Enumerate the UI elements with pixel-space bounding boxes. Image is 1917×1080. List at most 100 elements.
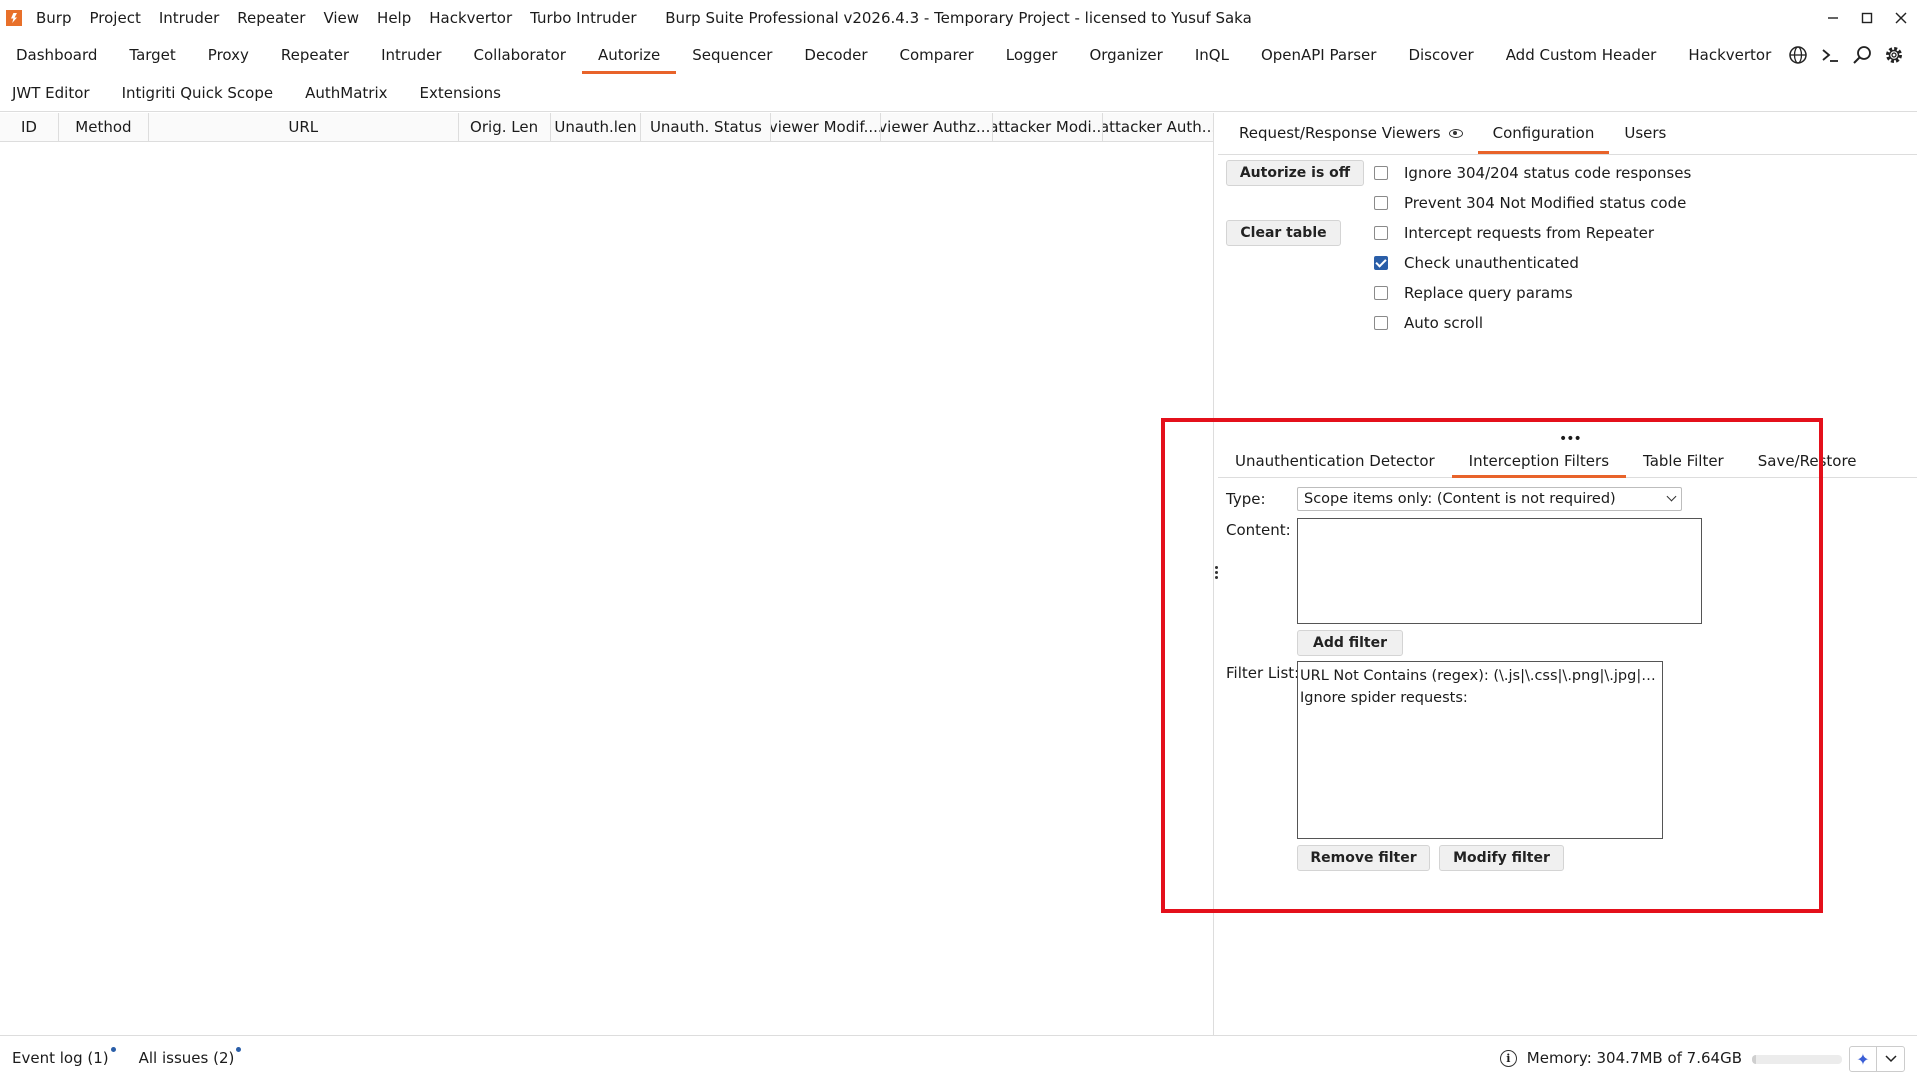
column-header-viewer-modified[interactable]: viewer Modif.... [771,113,882,141]
gear-icon[interactable] [1883,44,1905,66]
option-prevent-304[interactable]: Prevent 304 Not Modified status code [1374,192,1686,214]
tab-authmatrix[interactable]: AuthMatrix [289,74,403,112]
chevron-down-icon[interactable] [1877,1055,1904,1063]
option-ignore-304-204[interactable]: Ignore 304/204 status code responses [1374,162,1691,184]
globe-icon[interactable] [1787,44,1809,66]
tab-discover[interactable]: Discover [1392,36,1489,74]
checkbox[interactable] [1374,196,1388,210]
tab-request-response-viewers-label: Request/Response Viewers [1239,124,1441,142]
checkbox-checked[interactable] [1374,256,1388,270]
list-item[interactable]: URL Not Contains (regex): (\.js|\.css|\.… [1300,665,1660,687]
search-icon[interactable] [1851,44,1873,66]
status-bar: Event log (1) All issues (2) i Memory: 3… [0,1035,1917,1080]
tab-sequencer[interactable]: Sequencer [676,36,788,74]
tab-users[interactable]: Users [1609,112,1681,154]
column-header-attacker-modified[interactable]: attacker Modi... [993,113,1104,141]
tab-table-filter[interactable]: Table Filter [1626,443,1741,478]
event-log-label: Event log (1) [12,1049,109,1067]
modify-filter-button[interactable]: Modify filter [1439,845,1564,871]
column-header-method[interactable]: Method [59,113,149,141]
sparkle-icon: ✦ [1850,1046,1878,1072]
autorize-toggle-button[interactable]: Autorize is off [1226,160,1364,186]
option-replace-query-params[interactable]: Replace query params [1374,282,1573,304]
clear-table-button[interactable]: Clear table [1226,220,1341,246]
tab-proxy[interactable]: Proxy [192,36,265,74]
event-log-link[interactable]: Event log (1) [12,1047,116,1067]
results-table[interactable]: ID Method URL Orig. Len Unauth.len Unaut… [0,113,1214,1035]
tool-icons [1787,44,1905,66]
column-header-url[interactable]: URL [149,113,459,141]
filter-list[interactable]: URL Not Contains (regex): (\.js|\.css|\.… [1297,661,1663,839]
checkbox[interactable] [1374,286,1388,300]
tab-decoder[interactable]: Decoder [788,36,883,74]
content-label: Content: [1226,521,1291,539]
menu-turbo-intruder[interactable]: Turbo Intruder [530,9,636,27]
checkbox[interactable] [1374,166,1388,180]
tab-configuration[interactable]: Configuration [1477,112,1610,154]
checkbox-label: Check unauthenticated [1404,254,1579,272]
minimize-icon[interactable] [1821,6,1845,30]
column-header-unauth-len[interactable]: Unauth.len [551,113,642,141]
tab-unauthentication-detector[interactable]: Unauthentication Detector [1218,443,1452,478]
checkbox[interactable] [1374,226,1388,240]
menu-repeater[interactable]: Repeater [237,9,305,27]
option-auto-scroll[interactable]: Auto scroll [1374,312,1483,334]
tab-inql[interactable]: InQL [1179,36,1245,74]
add-filter-button[interactable]: Add filter [1297,630,1403,656]
tab-interception-filters[interactable]: Interception Filters [1451,443,1627,478]
tab-target[interactable]: Target [113,36,191,74]
column-header-attacker-authz[interactable]: attacker Auth... [1103,113,1213,141]
tab-jwt-editor[interactable]: JWT Editor [0,74,106,112]
column-header-unauth-status[interactable]: Unauth. Status [641,113,772,141]
tab-repeater[interactable]: Repeater [265,36,365,74]
ai-assistant-button[interactable]: ✦ [1849,1046,1905,1072]
close-icon[interactable] [1889,6,1913,30]
filter-list-label: Filter List: [1226,664,1300,682]
column-header-orig-len[interactable]: Orig. Len [459,113,551,141]
tab-intigriti-quick-scope[interactable]: Intigriti Quick Scope [106,74,290,112]
tab-comparer[interactable]: Comparer [884,36,990,74]
all-issues-label: All issues (2) [138,1049,235,1067]
filter-sub-tabs: Unauthentication Detector Interception F… [1218,443,1917,478]
memory-indicator: i Memory: 304.7MB of 7.64GB [1499,1049,1742,1067]
column-header-id[interactable]: ID [0,113,59,141]
checkbox-label: Ignore 304/204 status code responses [1404,164,1692,182]
option-intercept-repeater[interactable]: Intercept requests from Repeater [1374,222,1654,244]
menu-burp[interactable]: Burp [36,9,72,27]
tab-intruder[interactable]: Intruder [365,36,457,74]
tab-request-response-viewers[interactable]: Request/Response Viewers [1218,112,1478,154]
tab-collaborator[interactable]: Collaborator [458,36,582,74]
chevron-down-icon [1666,491,1677,502]
option-check-unauthenticated[interactable]: Check unauthenticated [1374,252,1579,274]
filter-type-select[interactable]: Scope items only: (Content is not requir… [1297,487,1682,511]
menu-view[interactable]: View [323,9,359,27]
remove-filter-button[interactable]: Remove filter [1297,845,1430,871]
menu-hackvertor[interactable]: Hackvertor [429,9,512,27]
info-icon: i [1499,1049,1517,1067]
list-item[interactable]: Ignore spider requests: [1300,687,1660,709]
menu-project[interactable]: Project [90,9,141,27]
notification-dot [236,1047,242,1052]
menu-help[interactable]: Help [377,9,411,27]
maximize-icon[interactable] [1855,6,1879,30]
content-textarea[interactable] [1297,518,1702,624]
tab-autorize[interactable]: Autorize [581,36,677,74]
tab-dashboard[interactable]: Dashboard [0,36,113,74]
checkbox[interactable] [1374,316,1388,330]
checkbox-label: Replace query params [1404,284,1573,302]
tab-extensions[interactable]: Extensions [404,74,517,112]
tab-add-custom-header[interactable]: Add Custom Header [1490,36,1673,74]
burp-logo-icon [6,10,22,26]
tab-openapi-parser[interactable]: OpenAPI Parser [1245,36,1393,74]
tool-tabs-row-2: JWT Editor Intigriti Quick Scope AuthMat… [0,74,517,112]
terminal-icon[interactable] [1819,44,1841,66]
table-header: ID Method URL Orig. Len Unauth.len Unaut… [0,113,1213,142]
tab-logger[interactable]: Logger [990,36,1074,74]
all-issues-link[interactable]: All issues (2) [138,1047,242,1067]
column-header-viewer-authz[interactable]: viewer Authz.... [881,113,994,141]
tab-save-restore[interactable]: Save/Restore [1741,443,1874,478]
notification-dot [110,1047,116,1052]
tab-organizer[interactable]: Organizer [1073,36,1178,74]
menu-intruder[interactable]: Intruder [159,9,219,27]
tab-hackvertor[interactable]: Hackvertor [1672,36,1787,74]
